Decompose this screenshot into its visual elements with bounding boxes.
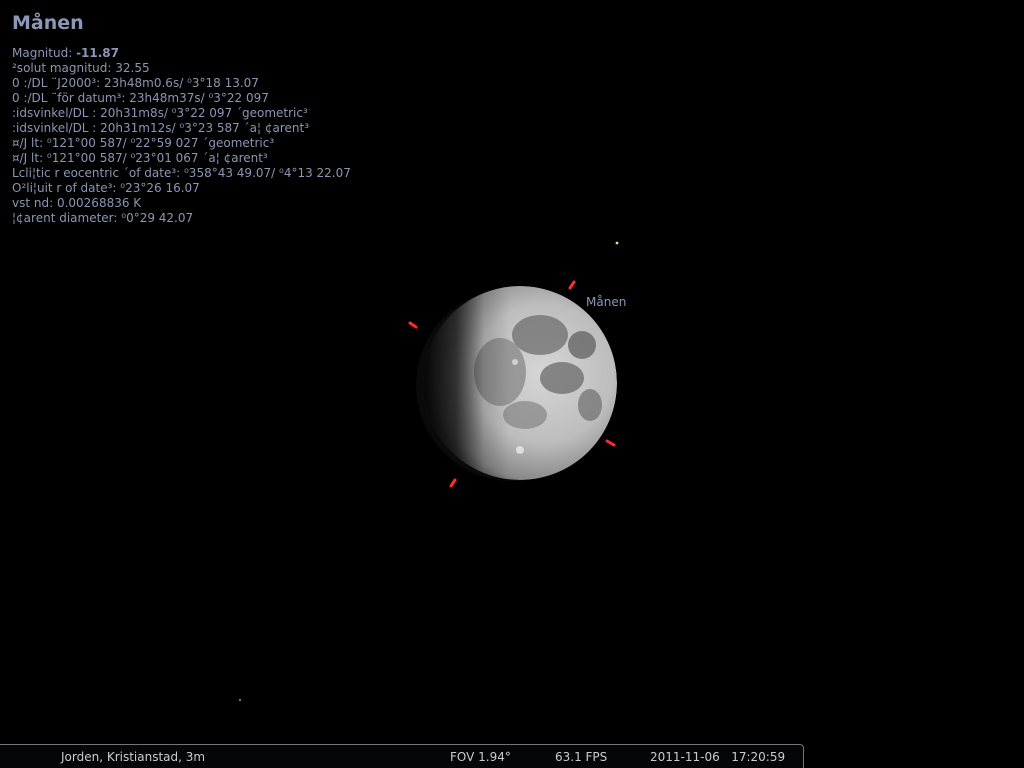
fov-text: FOV 1.94° xyxy=(450,750,511,764)
marker-right xyxy=(605,439,616,447)
info-line: O²li¦uit r of date³: ⁰23°26 16.07 xyxy=(12,181,200,195)
time-text: 17:20:59 xyxy=(731,750,786,764)
datetime-text: 2011-11-06 17:20:59 xyxy=(650,750,785,764)
marker-left xyxy=(408,321,418,329)
object-name: Månen xyxy=(12,12,84,34)
star[interactable] xyxy=(615,241,619,245)
info-line: ²solut magnitud: 32.55 xyxy=(12,61,150,75)
info-line: ¤/J lt: ⁰121°00 587/ ⁰22°59 027 ´geometr… xyxy=(12,136,275,150)
star[interactable] xyxy=(239,699,241,701)
magnitude-label: Magnitud: xyxy=(12,46,77,60)
magnitude-row: Magnitud: -11.87 xyxy=(12,46,351,61)
info-line: ¦¢arent diameter: ⁰0°29 42.07 xyxy=(12,211,194,225)
status-bar: Jorden, Kristianstad, 3m FOV 1.94° 63.1 … xyxy=(0,744,804,768)
info-line: 0 :/DL ¨för datum³: 23h48m37s/ ⁰3°22 097 xyxy=(12,91,269,105)
moon-label[interactable]: Månen xyxy=(586,295,626,309)
marker-bottom-left xyxy=(449,478,457,488)
info-line: ¤/J lt: ⁰121°00 587/ ⁰23°01 067 ´a¦ ¢are… xyxy=(12,151,268,165)
magnitude-value: -11.87 xyxy=(76,46,119,60)
info-line: :idsvinkel/DL : 20h31m8s/ ⁰3°22 097 ´geo… xyxy=(12,106,308,120)
info-line: vst nd: 0.00268836 K xyxy=(12,196,142,210)
marker-top-right xyxy=(568,280,576,290)
fps-text: 63.1 FPS xyxy=(555,750,608,764)
date-text: 2011-11-06 xyxy=(650,750,720,764)
location-text: Jorden, Kristianstad, 3m xyxy=(61,750,206,764)
object-info-panel: Månen Magnitud: -11.87 ²solut magnitud: … xyxy=(12,10,351,226)
info-line: :idsvinkel/DL : 20h31m12s/ ⁰3°23 587 ´a¦… xyxy=(12,121,309,135)
info-line: Lcli¦tic r eocentric ´of date³: ⁰358°43 … xyxy=(12,166,351,180)
info-line: 0 :/DL ¨J2000³: 23h48m0.6s/ ⁰3°18 13.07 xyxy=(12,76,259,90)
